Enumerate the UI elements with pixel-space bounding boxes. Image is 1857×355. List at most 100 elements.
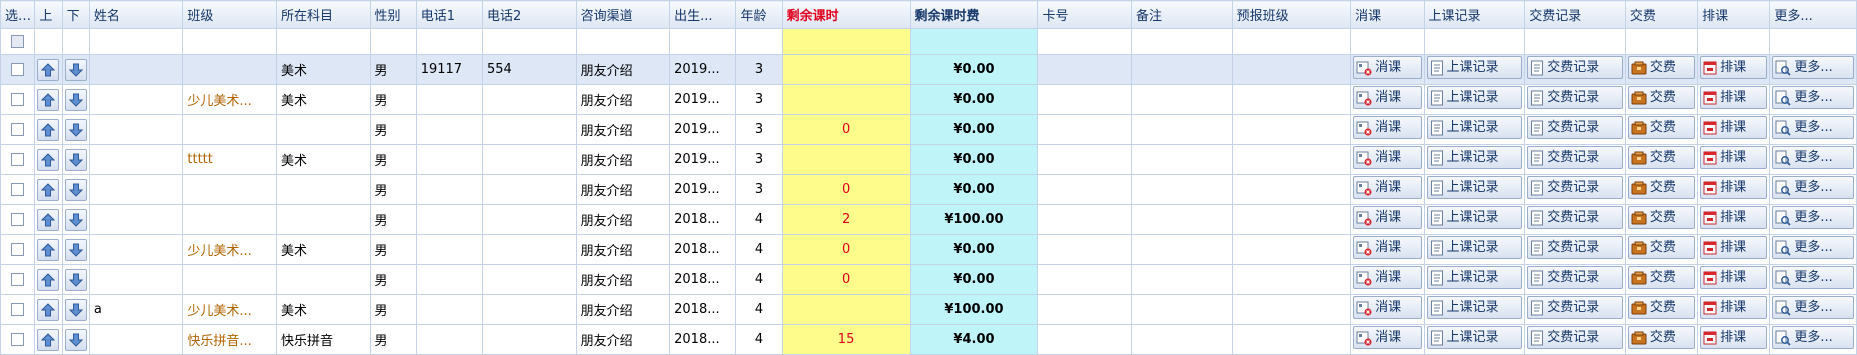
schedule-button[interactable]: 排课	[1700, 266, 1768, 289]
table-row[interactable]: 男 朋友介绍 2018... 4 0 ¥0.00 消课 上课记录 交费记录 交费 排课 更多...	[0, 264, 1857, 295]
col-channel[interactable]: 咨询渠道	[575, 0, 671, 29]
table-row[interactable]: 男 朋友介绍 2019... 3 0 ¥0.00 消课 上课记录 交费记录 交费 排课 更多...	[0, 114, 1857, 145]
schedule-button[interactable]: 排课	[1700, 176, 1768, 199]
consume-button[interactable]: 消课	[1353, 296, 1422, 319]
move-down-button[interactable]	[64, 328, 87, 351]
move-down-button[interactable]	[64, 58, 87, 81]
col-down[interactable]: 下	[61, 0, 90, 29]
attend-record-button[interactable]: 上课记录	[1426, 266, 1523, 289]
attend-record-button[interactable]: 上课记录	[1426, 116, 1523, 139]
table-row[interactable]: ttttt 美术男 朋友介绍 2019... 3 ¥0.00 消课 上课记录 交费记录 交费 排课 更…	[0, 144, 1857, 175]
col-schedule[interactable]: 排课	[1697, 0, 1771, 29]
col-select[interactable]: 选...	[0, 0, 36, 29]
more-button[interactable]: 更多...	[1772, 206, 1854, 229]
attend-record-button[interactable]: 上课记录	[1426, 236, 1523, 259]
more-button[interactable]: 更多...	[1772, 146, 1854, 169]
move-up-button[interactable]	[37, 268, 60, 291]
pay-record-button[interactable]: 交费记录	[1527, 206, 1623, 229]
pay-button[interactable]: 交费	[1627, 326, 1696, 349]
attend-record-button[interactable]: 上课记录	[1426, 56, 1523, 79]
col-gender[interactable]: 性别	[369, 0, 417, 29]
pay-button[interactable]: 交费	[1627, 56, 1696, 79]
move-down-button[interactable]	[64, 178, 87, 201]
consume-button[interactable]: 消课	[1353, 116, 1422, 139]
move-up-button[interactable]	[37, 208, 60, 231]
consume-button[interactable]: 消课	[1353, 326, 1422, 349]
move-down-button[interactable]	[64, 148, 87, 171]
pay-record-button[interactable]: 交费记录	[1527, 56, 1623, 79]
more-button[interactable]: 更多...	[1772, 176, 1854, 199]
table-row[interactable]: 男 朋友介绍 2018... 4 2 ¥100.00 消课 上课记录 交费记录 交费 排课 更多...	[0, 204, 1857, 235]
pay-button[interactable]: 交费	[1627, 86, 1696, 109]
table-row[interactable]: a 少儿美术... 美术男 朋友介绍 2018... 4 ¥100.00 消课 上课记录 交费记录…	[0, 294, 1857, 325]
consume-button[interactable]: 消课	[1353, 176, 1422, 199]
row-checkbox[interactable]	[11, 213, 25, 226]
table-row[interactable]: 少儿美术... 美术男 朋友介绍 2018... 4 0 ¥0.00 消课 上课记录 交费记录 交费…	[0, 234, 1857, 265]
move-down-button[interactable]	[64, 208, 87, 231]
pay-record-button[interactable]: 交费记录	[1527, 326, 1623, 349]
col-name[interactable]: 姓名	[88, 0, 184, 29]
attend-record-button[interactable]: 上课记录	[1426, 326, 1523, 349]
col-remain-hours[interactable]: 剩余课时	[781, 0, 911, 29]
row-checkbox[interactable]	[11, 123, 25, 136]
pay-record-button[interactable]: 交费记录	[1527, 296, 1623, 319]
row-checkbox[interactable]	[11, 303, 25, 316]
move-up-button[interactable]	[37, 298, 60, 321]
more-button[interactable]: 更多...	[1772, 86, 1854, 109]
move-up-button[interactable]	[37, 238, 60, 261]
col-phone2[interactable]: 电话2	[482, 0, 577, 29]
move-up-button[interactable]	[37, 88, 60, 111]
attend-record-button[interactable]: 上课记录	[1426, 206, 1523, 229]
move-up-button[interactable]	[37, 178, 60, 201]
move-up-button[interactable]	[37, 148, 60, 171]
col-consume[interactable]: 消课	[1350, 0, 1425, 29]
move-down-button[interactable]	[64, 238, 87, 261]
pay-button[interactable]: 交费	[1627, 266, 1696, 289]
filter-remain-fee[interactable]	[909, 28, 1039, 55]
table-row[interactable]: 美术男 19117 554 朋友介绍 2019... 3 ¥0.00 消课 上课记录 交费记录 交费…	[0, 54, 1857, 85]
col-pay-record[interactable]: 交费记录	[1524, 0, 1626, 29]
row-checkbox[interactable]	[11, 273, 25, 286]
move-up-button[interactable]	[37, 118, 60, 141]
move-down-button[interactable]	[64, 268, 87, 291]
pay-record-button[interactable]: 交费记录	[1527, 86, 1623, 109]
more-button[interactable]: 更多...	[1772, 56, 1854, 79]
more-button[interactable]: 更多...	[1772, 266, 1854, 289]
pay-record-button[interactable]: 交费记录	[1527, 236, 1623, 259]
row-checkbox[interactable]	[11, 153, 25, 166]
col-up[interactable]: 上	[34, 0, 63, 29]
attend-record-button[interactable]: 上课记录	[1426, 176, 1523, 199]
row-checkbox[interactable]	[11, 243, 25, 256]
pay-button[interactable]: 交费	[1627, 116, 1696, 139]
consume-button[interactable]: 消课	[1353, 236, 1422, 259]
row-checkbox[interactable]	[11, 183, 25, 196]
pay-button[interactable]: 交费	[1627, 236, 1696, 259]
col-note[interactable]: 备注	[1131, 0, 1233, 29]
pay-button[interactable]: 交费	[1627, 146, 1696, 169]
select-all-checkbox[interactable]	[11, 35, 25, 48]
attend-record-button[interactable]: 上课记录	[1426, 86, 1523, 109]
consume-button[interactable]: 消课	[1353, 266, 1422, 289]
more-button[interactable]: 更多...	[1772, 236, 1854, 259]
schedule-button[interactable]: 排课	[1700, 146, 1768, 169]
col-class[interactable]: 班级	[182, 0, 277, 29]
schedule-button[interactable]: 排课	[1700, 296, 1768, 319]
consume-button[interactable]: 消课	[1353, 86, 1422, 109]
col-age[interactable]: 年龄	[735, 0, 783, 29]
col-more[interactable]: 更多...	[1769, 0, 1857, 29]
attend-record-button[interactable]: 上课记录	[1426, 296, 1523, 319]
more-button[interactable]: 更多...	[1772, 296, 1854, 319]
col-pay[interactable]: 交费	[1624, 0, 1699, 29]
row-checkbox[interactable]	[11, 93, 25, 106]
consume-button[interactable]: 消课	[1353, 56, 1422, 79]
more-button[interactable]: 更多...	[1772, 116, 1854, 139]
schedule-button[interactable]: 排课	[1700, 236, 1768, 259]
col-phone1[interactable]: 电话1	[415, 0, 484, 29]
schedule-button[interactable]: 排课	[1700, 86, 1768, 109]
col-card[interactable]: 卡号	[1037, 0, 1132, 29]
col-birth[interactable]: 出生...	[669, 0, 737, 29]
schedule-button[interactable]: 排课	[1700, 116, 1768, 139]
move-up-button[interactable]	[37, 328, 60, 351]
pay-button[interactable]: 交费	[1627, 206, 1696, 229]
pay-record-button[interactable]: 交费记录	[1527, 176, 1623, 199]
